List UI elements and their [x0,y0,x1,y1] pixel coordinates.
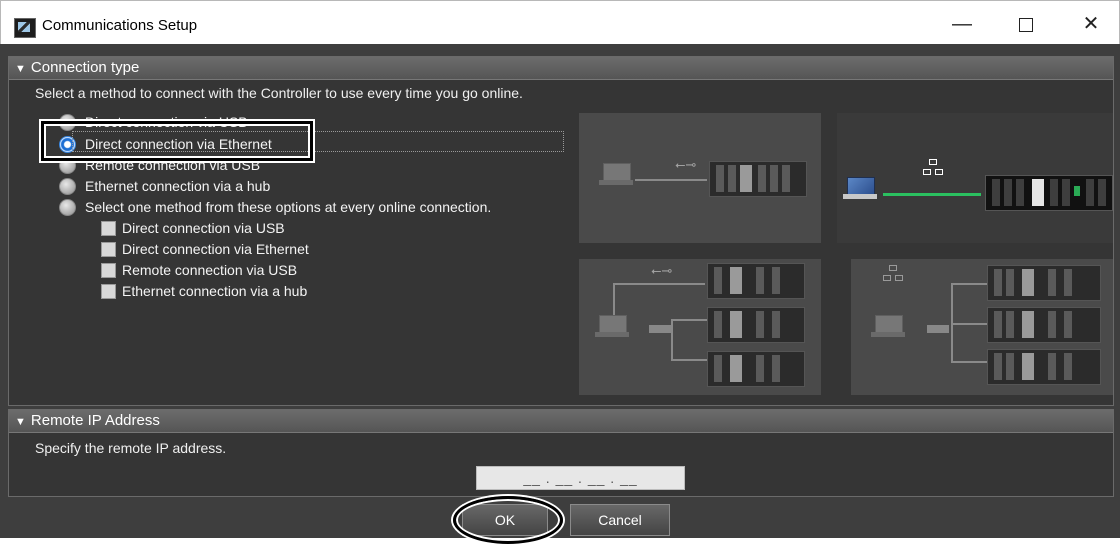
remote-ip-header[interactable]: ▼ Remote IP Address [9,410,1113,433]
window-title: Communications Setup [42,17,198,34]
highlight-callout-rect [41,121,313,161]
title-bar: Communications Setup — ✕ [0,0,1120,45]
usb-icon: ⭠⊸ [675,157,697,172]
controller-icon [707,351,805,387]
ip-address-value: __ . __ . __ . __ [523,470,638,486]
checkbox[interactable] [101,263,116,278]
connection-line [883,193,981,196]
controller-icon [707,263,805,299]
laptop-icon [599,163,633,185]
cancel-button[interactable]: Cancel [570,504,670,536]
app-icon [14,18,36,38]
laptop-icon [843,177,877,199]
checkbox-label: Direct connection via USB [122,220,285,236]
radio-label: Select one method from these options at … [85,199,492,215]
controller-icon [987,307,1101,343]
checkbox[interactable] [101,242,116,257]
maximize-icon [1019,17,1033,32]
remote-ip-title: Remote IP Address [30,412,160,429]
checkbox[interactable] [101,221,116,236]
controller-icon [987,265,1101,301]
collapse-triangle-icon: ▼ [15,63,26,75]
diagram-ethernet-hub [851,259,1113,395]
connection-instruction: Select a method to connect with the Cont… [35,85,523,101]
network-icon [883,265,903,281]
checkbox-label: Ethernet connection via a hub [122,283,308,299]
maximize-button[interactable] [1005,7,1047,41]
laptop-icon [595,315,629,337]
close-button[interactable]: ✕ [1070,7,1112,41]
hub-icon [927,325,949,333]
controller-icon [987,349,1101,385]
radio-label: Ethernet connection via a hub [85,178,271,194]
network-icon [923,159,943,175]
diagram-direct-usb: ⭠⊸ [579,113,821,243]
laptop-icon [871,315,905,337]
diagram-direct-ethernet [837,113,1113,243]
dialog-body: ▼ Connection type Select a method to conn… [0,44,1120,538]
ip-address-input[interactable]: __ . __ . __ . __ [476,466,685,490]
connection-type-header[interactable]: ▼ Connection type [9,57,1113,80]
minimize-button[interactable]: — [941,7,983,41]
highlight-callout-oval [453,496,563,544]
connection-type-section: ▼ Connection type Select a method to conn… [8,56,1114,406]
remote-ip-instruction: Specify the remote IP address. [35,440,227,456]
diagram-remote-usb: ⭠⊸ [579,259,821,395]
hub-icon [649,325,671,333]
collapse-triangle-icon: ▼ [15,416,26,428]
connection-type-title: Connection type [30,59,140,76]
controller-icon [709,161,807,197]
checkbox-label: Direct connection via Ethernet [122,241,309,257]
checkbox-label: Remote connection via USB [122,262,298,278]
radio-button[interactable] [59,178,76,195]
connection-line [635,179,707,181]
radio-button[interactable] [59,199,76,216]
usb-icon: ⭠⊸ [651,263,673,278]
controller-icon [707,307,805,343]
checkbox[interactable] [101,284,116,299]
controller-icon [985,175,1113,211]
remote-ip-section: ▼ Remote IP Address Specify the remote IP… [8,409,1114,497]
